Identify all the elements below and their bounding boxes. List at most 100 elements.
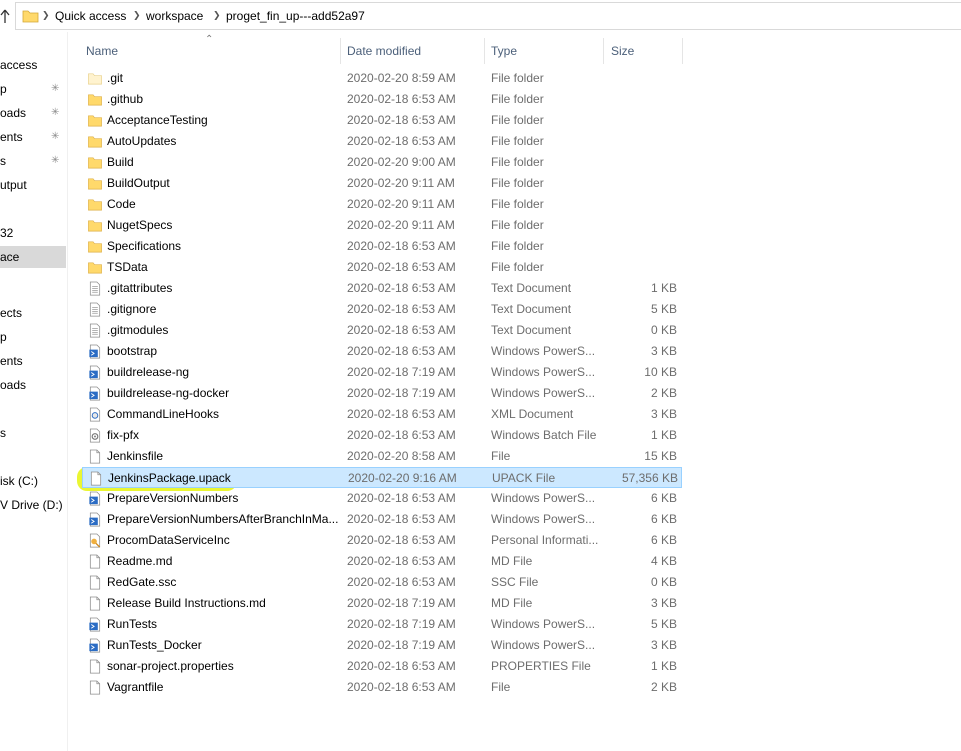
file-row[interactable]: RunTests_Docker 2020-02-18 7:19 AM Windows… — [82, 635, 682, 656]
column-header-type[interactable]: Type — [491, 42, 517, 62]
file-row[interactable]: AutoUpdates 2020-02-18 6:53 AM File folder — [82, 131, 682, 152]
pin-icon[interactable]: ✳ — [51, 150, 63, 172]
column-divider[interactable] — [682, 38, 683, 64]
file-row[interactable]: fix-pfx 2020-02-18 6:53 AM Windows Batch F… — [82, 425, 682, 446]
file-row[interactable]: Code 2020-02-20 9:11 AM File folder — [82, 194, 682, 215]
folder-icon — [88, 115, 102, 127]
file-row[interactable]: sonar-project.properties 2020-02-18 6:53 … — [82, 656, 682, 677]
nav-item[interactable]: ents — [0, 350, 66, 372]
file-row[interactable]: RedGate.ssc 2020-02-18 6:53 AM SSC File 0 K… — [82, 572, 682, 593]
nav-item[interactable]: p — [0, 326, 66, 348]
column-divider[interactable] — [340, 38, 341, 64]
file-row[interactable]: ProcomDataServiceInc 2020-02-18 6:53 AM Pe… — [82, 530, 682, 551]
column-divider[interactable] — [603, 38, 604, 64]
nav-item[interactable]: oads — [0, 374, 66, 396]
file-row[interactable]: TSData 2020-02-18 6:53 AM File folder — [82, 257, 682, 278]
file-list: ⌃ Name Date modified Type Size .git 2020-… — [68, 32, 961, 751]
column-header-name[interactable]: Name — [86, 42, 118, 62]
file-row[interactable]: Readme.md 2020-02-18 6:53 AM MD File 4 KB — [82, 551, 682, 572]
nav-item[interactable]: p ✳ — [0, 78, 66, 100]
file-row[interactable]: .git 2020-02-20 8:59 AM File folder — [82, 68, 682, 89]
nav-item[interactable]: ects — [0, 302, 66, 324]
nav-item[interactable]: ents ✳ — [0, 126, 66, 148]
file-date-modified: 2020-02-18 6:53 AM — [347, 134, 456, 148]
file-name: Jenkinsfile — [107, 449, 164, 463]
file-type: Text Document — [491, 323, 572, 337]
file-date-modified: 2020-02-18 6:53 AM — [347, 533, 456, 547]
file-date-modified: 2020-02-18 7:19 AM — [347, 386, 456, 400]
column-header-date-modified[interactable]: Date modified — [347, 42, 421, 62]
file-row[interactable]: Jenkinsfile 2020-02-20 8:58 AM File 15 KB — [82, 446, 682, 467]
breadcrumb[interactable]: ❯ Quick access ❯ workspace ❯ proget_fin_… — [15, 2, 961, 30]
column-divider[interactable] — [484, 38, 485, 64]
pin-icon[interactable]: ✳ — [51, 78, 63, 100]
file-row[interactable]: buildrelease-ng-docker 2020-02-18 7:19 AM… — [82, 383, 682, 404]
folder-icon — [88, 199, 102, 211]
file-name: .gitmodules — [107, 323, 169, 337]
file-date-modified: 2020-02-18 6:53 AM — [347, 92, 456, 106]
text-document-icon — [89, 281, 101, 296]
nav-item[interactable]: utput — [0, 174, 66, 196]
breadcrumb-item-quick-access[interactable]: Quick access — [55, 9, 126, 23]
file-size: 3 KB — [650, 344, 677, 358]
file-row[interactable]: Specifications 2020-02-18 6:53 AM File fol… — [82, 236, 682, 257]
file-size — [602, 215, 677, 236]
file-row[interactable]: PrepareVersionNumbersAfterBranchInMa... 2… — [82, 509, 682, 530]
nav-item[interactable]: 32 — [0, 222, 66, 244]
nav-item[interactable]: s — [0, 422, 66, 444]
file-date-modified: 2020-02-18 6:53 AM — [347, 575, 456, 589]
nav-item[interactable]: ace — [0, 246, 66, 268]
file-row[interactable]: .github 2020-02-18 6:53 AM File folder — [82, 89, 682, 110]
file-size — [602, 194, 677, 215]
blank-file-icon — [89, 596, 101, 611]
file-size: 1 KB — [650, 659, 677, 673]
nav-item[interactable]: isk (C:) — [0, 470, 66, 492]
powershell-script-icon — [89, 365, 101, 380]
file-type: File folder — [491, 176, 544, 190]
file-name: Code — [107, 197, 136, 211]
file-name: JenkinsPackage.upack — [108, 471, 231, 485]
file-row[interactable]: JenkinsPackage.upack 2020-02-20 9:16 AM UP… — [82, 467, 682, 488]
file-row[interactable]: NugetSpecs 2020-02-20 9:11 AM File folder — [82, 215, 682, 236]
file-row[interactable]: AcceptanceTesting 2020-02-18 6:53 AM File … — [82, 110, 682, 131]
file-row[interactable]: Release Build Instructions.md 2020-02-18 … — [82, 593, 682, 614]
file-row[interactable]: buildrelease-ng 2020-02-18 7:19 AM Windows… — [82, 362, 682, 383]
file-row[interactable]: BuildOutput 2020-02-20 9:11 AM File folder — [82, 173, 682, 194]
pin-icon[interactable]: ✳ — [51, 102, 63, 124]
file-row[interactable]: .gitmodules 2020-02-18 6:53 AM Text Docume… — [82, 320, 682, 341]
file-type: File folder — [491, 71, 544, 85]
file-size: 0 KB — [650, 323, 677, 337]
file-type: Windows PowerS... — [491, 617, 596, 631]
file-row[interactable]: CommandLineHooks 2020-02-18 6:53 AM XML Do… — [82, 404, 682, 425]
file-size: 5 KB — [650, 302, 677, 316]
file-date-modified: 2020-02-18 6:53 AM — [347, 281, 456, 295]
breadcrumb-item-current-folder[interactable]: proget_fin_up---add52a97 — [226, 9, 365, 23]
file-date-modified: 2020-02-20 9:11 AM — [347, 197, 455, 211]
address-bar: ❯ Quick access ❯ workspace ❯ proget_fin_… — [0, 0, 961, 32]
file-type: Text Document — [491, 281, 572, 295]
nav-item[interactable]: access — [0, 54, 66, 76]
file-row[interactable]: bootstrap 2020-02-18 6:53 AM Windows Power… — [82, 341, 682, 362]
file-type: File folder — [491, 197, 544, 211]
file-row[interactable]: Vagrantfile 2020-02-18 6:53 AM File 2 KB — [82, 677, 682, 698]
file-type: PROPERTIES File — [491, 659, 591, 673]
nav-item[interactable]: oads ✳ — [0, 102, 66, 124]
nav-item[interactable]: s ✳ — [0, 150, 66, 172]
pin-icon[interactable]: ✳ — [51, 126, 63, 148]
text-document-icon — [89, 323, 101, 338]
file-row[interactable]: .gitignore 2020-02-18 6:53 AM Text Documen… — [82, 299, 682, 320]
file-type: File — [491, 449, 511, 463]
nav-item[interactable]: V Drive (D:) T — [0, 494, 66, 516]
file-row[interactable]: PrepareVersionNumbers 2020-02-18 6:53 AM W… — [82, 488, 682, 509]
column-header-size[interactable]: Size — [611, 42, 634, 62]
file-type: File folder — [491, 218, 544, 232]
file-row[interactable]: RunTests 2020-02-18 7:19 AM Windows PowerS… — [82, 614, 682, 635]
file-date-modified: 2020-02-18 6:53 AM — [347, 344, 456, 358]
powershell-script-icon — [89, 344, 101, 359]
file-size — [602, 68, 677, 89]
up-arrow-icon[interactable] — [0, 8, 10, 24]
file-row[interactable]: .gitattributes 2020-02-18 6:53 AM Text Doc… — [82, 278, 682, 299]
file-row[interactable]: Build 2020-02-20 9:00 AM File folder — [82, 152, 682, 173]
nav-item-label: ents — [0, 130, 23, 144]
breadcrumb-item-workspace[interactable]: workspace — [146, 9, 203, 23]
